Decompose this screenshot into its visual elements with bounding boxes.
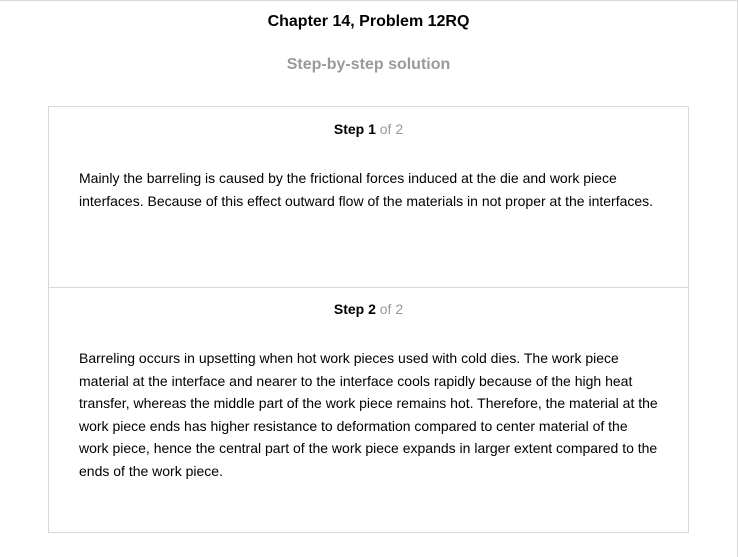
step-label: Step 1 [333,121,376,137]
step-section-2: Step 2 of 2 Barreling occurs in upsettin… [49,287,688,532]
solution-page: Chapter 14, Problem 12RQ Step-by-step so… [0,0,738,557]
step-label: Step 2 [333,301,376,317]
step-heading-2: Step 2 of 2 [49,301,688,317]
solution-subtitle: Step-by-step solution [286,56,451,73]
solution-steps-container: Step 1 of 2 Mainly the barreling is caus… [48,106,689,533]
step-total: of 2 [379,121,404,137]
step-heading-1: Step 1 of 2 [49,121,688,137]
step-text-1: Mainly the barreling is caused by the fr… [79,170,654,209]
step-section-1: Step 1 of 2 Mainly the barreling is caus… [49,107,688,288]
step-text-2: Barreling occurs in upsetting when hot w… [79,350,658,479]
chapter-title: Chapter 14, Problem 12RQ [267,13,470,30]
step-total: of 2 [379,301,404,317]
